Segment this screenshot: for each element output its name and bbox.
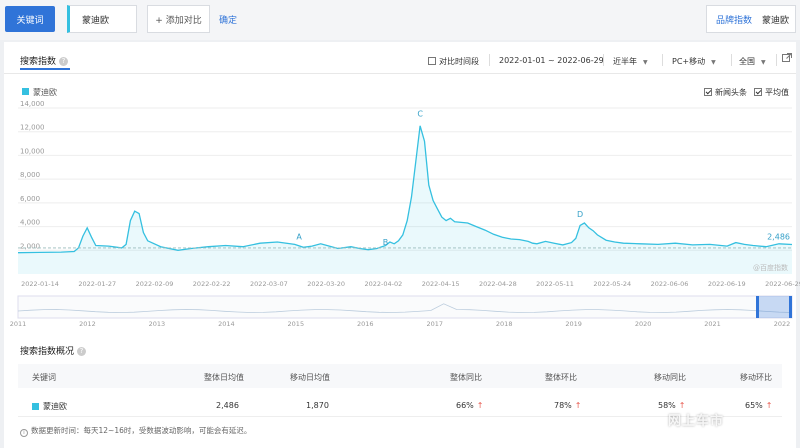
confirm-button[interactable]: 确定 (219, 13, 237, 26)
info-icon: i (20, 429, 28, 437)
overview-table-header: 关键词 整体日均值 移动日均值 整体同比 整体环比 移动同比 移动环比 (18, 364, 782, 388)
arrow-up-icon: ↑ (765, 401, 773, 410)
chart-watermark: @百度指数 (753, 263, 788, 272)
x-tick-label: 2022-06-29 (765, 280, 800, 288)
row-overall-yoy-value: 66% (456, 401, 474, 410)
x-tick-label: 2022-02-09 (136, 280, 174, 288)
row-overall-mom: 78% ↑ (554, 401, 581, 410)
x-tick-label: 2022-04-02 (364, 280, 402, 288)
search-index-panel: 搜索指数? 对比时间段 2022-01-01 ~ 2022-06-29 近半年 ▼… (4, 42, 800, 448)
x-tick-label: 2022-05-24 (593, 280, 631, 288)
x-tick-label: 2022-04-15 (422, 280, 460, 288)
year-tick-label: 2018 (496, 320, 513, 328)
row-overall-avg: 2,486 (216, 401, 239, 410)
keyword-swatch (32, 403, 39, 410)
row-mobile-yoy: 58% ↑ (658, 401, 685, 410)
arrow-up-icon: ↑ (476, 401, 484, 410)
watermark: 网上车市 (668, 414, 725, 429)
year-tick-label: 2012 (79, 320, 96, 328)
update-note: i 数据更新时间：每天12~16时，受数据波动影响，可能会有延迟。 (20, 425, 251, 437)
series-area (18, 125, 792, 274)
year-tick-label: 2016 (357, 320, 374, 328)
keyword-input[interactable]: 蒙迪欧 (67, 5, 137, 33)
col-mobile-yoy: 移动同比 (654, 373, 686, 382)
col-overall-yoy: 整体同比 (450, 373, 482, 382)
x-tick-label: 2022-06-19 (708, 280, 746, 288)
arrow-up-icon: ↑ (574, 401, 582, 410)
news-annotation: B (383, 238, 389, 247)
year-tick-label: 2015 (288, 320, 305, 328)
year-tick-label: 2020 (635, 320, 652, 328)
help-icon[interactable]: ? (77, 347, 87, 356)
x-tick-label: 2022-06-06 (651, 280, 689, 288)
year-tick-label: 2021 (704, 320, 721, 328)
news-annotation: D (577, 210, 583, 219)
x-tick-label: 2022-04-28 (479, 280, 517, 288)
x-tick-label: 2022-02-22 (193, 280, 231, 288)
y-tick-label: 4,000 (20, 219, 40, 227)
col-mobile-mom: 移动环比 (740, 373, 772, 382)
row-mobile-yoy-value: 58% (658, 401, 676, 410)
row-overall-yoy: 66% ↑ (456, 401, 483, 410)
search-index-chart[interactable]: 2,000 4,000 6,000 8,000 10,000 12,000 14,000 A B… (4, 42, 800, 342)
x-tick-label: 2022-01-14 (21, 280, 59, 288)
slider-handle-right[interactable] (789, 296, 792, 318)
row-keyword-text: 蒙迪欧 (43, 402, 67, 411)
brand-index-value: 蒙迪欧 (762, 15, 790, 26)
slider-handle-left[interactable] (756, 296, 759, 318)
col-overall-mom: 整体环比 (545, 373, 577, 382)
col-keyword: 关键词 (32, 373, 56, 382)
overview-title: 搜索指数概况? (20, 344, 87, 357)
row-mobile-avg: 1,870 (306, 401, 329, 410)
y-tick-label: 2,000 (20, 242, 40, 250)
news-annotation: C (417, 109, 423, 118)
add-compare-button[interactable]: + 添加对比 (147, 5, 210, 33)
update-note-text: 数据更新时间：每天12~16时，受数据波动影响，可能会有延迟。 (31, 426, 252, 435)
y-tick-label: 12,000 (20, 124, 45, 132)
x-tick-label: 2022-01-27 (78, 280, 116, 288)
row-mobile-mom: 65% ↑ (745, 401, 772, 410)
row-mobile-mom-value: 65% (745, 401, 763, 410)
overview-title-text: 搜索指数概况 (20, 347, 75, 357)
y-tick-label: 10,000 (20, 147, 45, 155)
year-tick-label: 2014 (218, 320, 235, 328)
brand-index-label: 品牌指数 (716, 15, 753, 26)
year-tick-label: 2013 (149, 320, 166, 328)
y-tick-label: 6,000 (20, 195, 40, 203)
col-mobile-avg: 移动日均值 (290, 373, 330, 382)
row-overall-mom-value: 78% (554, 401, 572, 410)
year-tick-label: 2017 (426, 320, 443, 328)
brand-index-box[interactable]: 品牌指数 蒙迪欧 (706, 5, 796, 33)
keyword-button[interactable]: 关键词 (5, 6, 55, 32)
row-keyword: 蒙迪欧 (32, 401, 67, 412)
overview-selection (756, 296, 792, 318)
year-tick-label: 2022 (774, 320, 791, 328)
last-value-label: 2,486 (767, 233, 790, 242)
x-tick-label: 2022-05-11 (536, 280, 574, 288)
overview-slider-track (17, 295, 793, 319)
x-tick-label: 2022-03-07 (250, 280, 288, 288)
y-tick-label: 8,000 (20, 171, 40, 179)
col-overall-avg: 整体日均值 (204, 373, 244, 382)
year-tick-label: 2011 (10, 320, 27, 328)
year-tick-label: 2019 (565, 320, 582, 328)
top-bar: 关键词 蒙迪欧 + 添加对比 确定 品牌指数 蒙迪欧 (0, 0, 800, 40)
y-tick-label: 14,000 (20, 100, 45, 108)
x-tick-label: 2022-03-20 (307, 280, 345, 288)
arrow-up-icon: ↑ (678, 401, 686, 410)
news-annotation: A (296, 233, 302, 242)
